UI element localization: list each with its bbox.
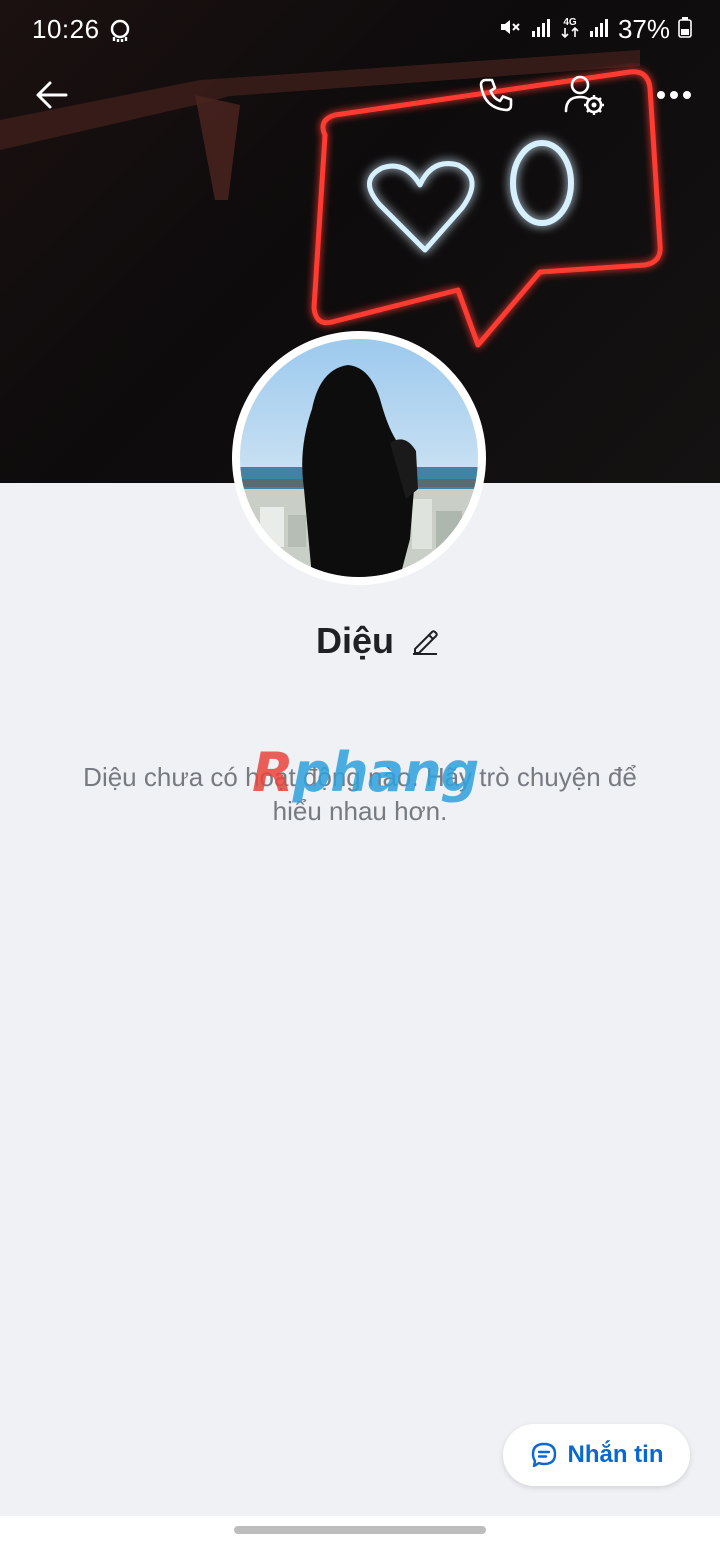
back-button[interactable] bbox=[24, 67, 80, 123]
empty-activity-message: Diệu chưa có hoạt động nào. Hãy trò chuy… bbox=[83, 762, 637, 826]
battery-icon bbox=[678, 16, 692, 43]
profile-name: Diệu bbox=[315, 620, 394, 661]
call-button[interactable] bbox=[468, 67, 524, 123]
more-button[interactable] bbox=[646, 67, 702, 123]
edit-name-button[interactable] bbox=[410, 626, 440, 656]
status-time: 10:26 bbox=[32, 14, 100, 44]
battery-percent: 37% bbox=[617, 14, 670, 44]
network-type-icon: 4G bbox=[560, 15, 580, 44]
chat-bubble-icon bbox=[531, 1442, 556, 1468]
status-indicators: 4G 37% bbox=[498, 14, 692, 45]
message-button-label: Nhắn tin bbox=[567, 1441, 664, 1468]
phone-icon bbox=[479, 78, 513, 112]
avatar-photo bbox=[240, 339, 478, 577]
user-gear-icon bbox=[564, 75, 604, 115]
notification-app-icon bbox=[108, 18, 132, 49]
profile-name-row: Diệu bbox=[0, 620, 720, 662]
mute-icon bbox=[498, 15, 522, 44]
home-indicator[interactable] bbox=[234, 1526, 486, 1534]
more-horizontal-icon bbox=[657, 91, 691, 99]
signal-icon bbox=[530, 16, 552, 43]
network-type-label: 4G bbox=[563, 17, 577, 28]
pencil-icon bbox=[413, 630, 438, 655]
profile-top-bar bbox=[0, 62, 720, 132]
system-nav-bar bbox=[0, 1516, 720, 1544]
arrow-left-icon bbox=[36, 81, 68, 109]
signal-icon-2 bbox=[588, 16, 610, 43]
profile-settings-button[interactable] bbox=[556, 67, 612, 123]
message-button[interactable]: Nhắn tin bbox=[503, 1424, 690, 1486]
profile-avatar[interactable] bbox=[232, 331, 486, 585]
status-bar: 10:26 4G 37% bbox=[0, 0, 720, 62]
